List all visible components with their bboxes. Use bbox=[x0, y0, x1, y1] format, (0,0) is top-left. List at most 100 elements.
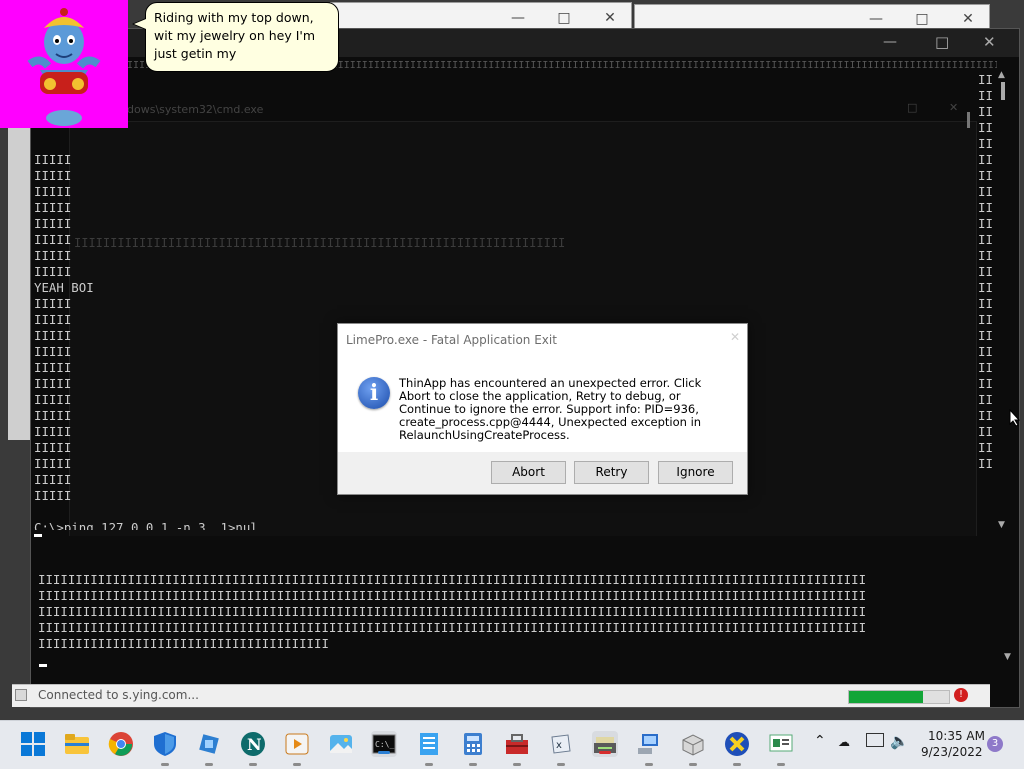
running-indicator bbox=[293, 763, 301, 766]
status-bar: Connected to s.ying.com... ! bbox=[12, 684, 990, 707]
console-line: II bbox=[978, 312, 993, 327]
scroll-up-icon[interactable]: ▲ bbox=[998, 70, 1005, 80]
chevron-up-icon[interactable]: ⌃ bbox=[814, 733, 826, 749]
presentation-icon[interactable] bbox=[768, 731, 794, 757]
calculator-icon[interactable] bbox=[460, 731, 486, 757]
status-text: Connected to s.ying.com... bbox=[38, 688, 199, 702]
running-indicator bbox=[469, 763, 477, 766]
console-line: II bbox=[978, 88, 993, 103]
network-cube-icon[interactable] bbox=[196, 731, 222, 757]
mouse-pointer-icon bbox=[1009, 409, 1021, 427]
terminal-icon[interactable]: C:\_ bbox=[371, 731, 397, 757]
volume-icon[interactable]: 🔈 bbox=[890, 732, 909, 750]
console-line: II bbox=[978, 104, 993, 119]
speech-pointer-fill bbox=[134, 19, 146, 29]
close-icon[interactable]: ✕ bbox=[983, 33, 996, 51]
error-icon: ! bbox=[954, 688, 968, 702]
console-line: II bbox=[978, 456, 993, 471]
dialog-title[interactable]: LimePro.exe - Fatal Application Exit bbox=[346, 333, 557, 347]
console-line: IIIIIIIIIIIIIIIIIIIIIIIIIIIIIIIIIIIIIIII… bbox=[38, 572, 867, 587]
background-window-edge bbox=[8, 120, 31, 440]
console-line: II bbox=[978, 440, 993, 455]
status-icon bbox=[15, 689, 27, 701]
netscape-icon[interactable]: N bbox=[240, 731, 266, 757]
console-line: II bbox=[978, 200, 993, 215]
running-indicator bbox=[249, 763, 257, 766]
console-line: II bbox=[978, 248, 993, 263]
dialog-message: ThinApp has encountered an unexpected er… bbox=[399, 376, 702, 442]
retry-button[interactable]: Retry bbox=[574, 461, 649, 484]
running-indicator bbox=[645, 763, 653, 766]
media-player-icon[interactable] bbox=[284, 731, 310, 757]
inner-cmd-max-icon: □ bbox=[907, 101, 918, 114]
scroll-down-icon[interactable]: ▼ bbox=[998, 520, 1005, 530]
x-app-icon[interactable] bbox=[724, 731, 750, 757]
photos-icon[interactable] bbox=[328, 731, 354, 757]
windows-start-icon[interactable] bbox=[20, 731, 46, 757]
file-explorer-icon[interactable] bbox=[64, 731, 90, 757]
console-line: IIIIIIIIIIIIIIIIIIIIIIIIIIIIIIIIIIIIIIII… bbox=[38, 588, 867, 603]
package-icon[interactable] bbox=[680, 731, 706, 757]
running-indicator bbox=[733, 763, 741, 766]
chrome-icon[interactable] bbox=[108, 731, 134, 757]
svg-text:C:\_: C:\_ bbox=[375, 740, 394, 749]
console-scrollbar[interactable]: ▲ ▼ bbox=[998, 70, 1008, 532]
inner-scroll-thumb[interactable] bbox=[967, 112, 970, 128]
console-line: IIIII bbox=[34, 152, 72, 167]
console-line: II bbox=[978, 296, 993, 311]
console-line: IIIIIIIIIIIIIIIIIIIIIIIIIIIIIIIIIIIIIIII… bbox=[38, 604, 867, 619]
running-indicator bbox=[777, 763, 785, 766]
console-right-column: II II II II II II II II II II II II II II II II II II II II… bbox=[978, 72, 1000, 472]
console-line: IIIII bbox=[34, 200, 72, 215]
console-line: IIIII bbox=[34, 296, 72, 311]
abort-button[interactable]: Abort bbox=[491, 461, 566, 484]
genie-agent[interactable] bbox=[0, 0, 128, 128]
speech-balloon: Riding with my top down, wit my jewelry … bbox=[145, 2, 339, 72]
ignore-button[interactable]: Ignore bbox=[658, 461, 733, 484]
console-line: YEAH BOI bbox=[34, 280, 94, 295]
notification-badge[interactable]: 3 bbox=[987, 736, 1003, 752]
running-indicator bbox=[689, 763, 697, 766]
console-line: II bbox=[978, 264, 993, 279]
scroll-down-icon[interactable]: ▼ bbox=[1004, 652, 1011, 662]
scanner-icon[interactable] bbox=[592, 731, 618, 757]
defender-shield-icon[interactable] bbox=[152, 731, 178, 757]
console-output-bottom: IIIIIIIIIIIIIIIIIIIIIIIIIIIIIIIIIIIIIIII… bbox=[34, 536, 1000, 668]
inner-dim-rule: IIIIIIIIIIIIIIIIIIIIIIIIIIIIIIIIIIIIIIII… bbox=[74, 236, 566, 250]
dialog-close-icon[interactable]: ✕ bbox=[730, 330, 740, 344]
console-line: IIIII bbox=[34, 168, 72, 183]
toolbox-icon[interactable] bbox=[504, 731, 530, 757]
maximize-icon[interactable]: □ bbox=[935, 33, 949, 51]
clock-time[interactable]: 10:35 AM bbox=[928, 729, 985, 743]
console-line: C:\>ping 127.0.0.1 -n 3 1>nul bbox=[34, 520, 258, 530]
running-indicator bbox=[557, 763, 565, 766]
console-line: II bbox=[978, 232, 993, 247]
network-icon[interactable] bbox=[866, 733, 884, 747]
scroll-thumb[interactable] bbox=[1001, 82, 1005, 100]
svg-text:N: N bbox=[247, 735, 262, 754]
console-line: II bbox=[978, 408, 993, 423]
info-icon: i bbox=[358, 377, 390, 409]
console-line: II bbox=[978, 72, 993, 87]
console-line: IIIIIIIIIIIIIIIIIIIIIIIIIIIIIIIIIIIIIIII… bbox=[38, 620, 867, 635]
console-line: II bbox=[978, 424, 993, 439]
speech-text: Riding with my top down, wit my jewelry … bbox=[154, 10, 316, 61]
cloud-icon[interactable]: ☁ bbox=[838, 735, 850, 749]
console-line: II bbox=[978, 168, 993, 183]
console-line: II bbox=[978, 376, 993, 391]
console-line: II bbox=[978, 120, 993, 135]
cursor-caret bbox=[34, 534, 42, 537]
genie-icon bbox=[27, 8, 101, 126]
inner-cmd-close-icon: ✕ bbox=[949, 101, 959, 114]
minimize-icon[interactable]: — bbox=[883, 34, 897, 50]
script-icon[interactable]: x bbox=[548, 731, 574, 757]
notepad-icon[interactable] bbox=[416, 731, 442, 757]
console-line: II bbox=[978, 328, 993, 343]
clock-date[interactable]: 9/23/2022 bbox=[921, 745, 983, 759]
console-line: IIIII bbox=[34, 216, 72, 231]
console-line: II bbox=[978, 152, 993, 167]
running-indicator bbox=[161, 763, 169, 766]
network-computer-icon[interactable] bbox=[636, 731, 662, 757]
inner-cmd-title: dows\system32\cmd.exe bbox=[127, 103, 264, 116]
bottom-scrollbar[interactable]: ▼ bbox=[1000, 536, 1016, 666]
